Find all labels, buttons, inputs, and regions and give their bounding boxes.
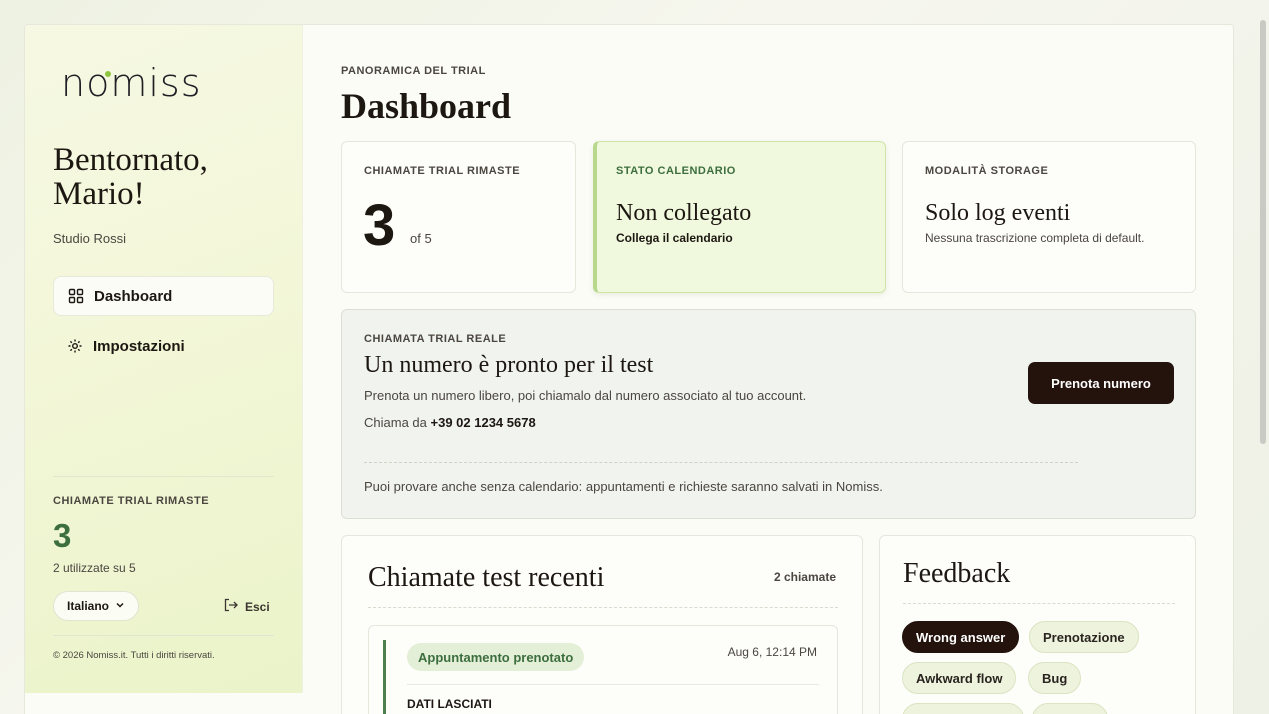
logout-label: Esci [245, 599, 270, 614]
chip-wrong-answer[interactable]: Wrong answer [902, 621, 1020, 653]
stat-title: Non collegato [616, 200, 752, 226]
sidebar-item-dashboard[interactable]: Dashboard [53, 276, 274, 316]
status-bar [383, 640, 386, 714]
stat-sub: Nessuna trascrizione completa di default… [925, 231, 1145, 245]
chip-prenotazione[interactable]: Prenotazione [1029, 621, 1139, 653]
chip-awkward-flow[interactable]: Awkward flow [902, 662, 1017, 694]
trial-eyebrow: CHIAMATA TRIAL REALE [364, 333, 507, 345]
call-from-label: Chiama da [364, 415, 427, 430]
stat-card-calendar[interactable]: STATO CALENDARIO Non collegato Collega i… [593, 141, 886, 293]
scrollbar-thumb[interactable] [1260, 20, 1266, 444]
divider [407, 684, 819, 685]
divider [364, 462, 1078, 463]
sidebar-item-impostazioni[interactable]: Impostazioni [53, 326, 274, 366]
logout-button[interactable]: Esci [223, 598, 270, 615]
call-from-number: +39 02 1234 5678 [430, 415, 536, 430]
sidebar: nomiss Bentornato, Mario! Studio Rossi Da… [25, 25, 303, 693]
copyright: © 2026 Nomiss.it. Tutti i diritti riserv… [53, 650, 215, 661]
language-select[interactable]: Italiano [53, 591, 139, 621]
stat-value: 3 [363, 193, 396, 258]
divider [903, 603, 1175, 604]
call-timestamp: Aug 6, 12:14 PM [727, 645, 817, 659]
chip-bug[interactable]: Bug [1028, 662, 1082, 694]
trial-title: Un numero è pronto per il test [364, 352, 654, 378]
stat-label: STATO CALENDARIO [616, 165, 736, 177]
welcome-heading: Bentornato, Mario! [53, 142, 208, 212]
recent-calls-title: Chiamate test recenti [368, 562, 605, 593]
recent-calls-card: Chiamate test recenti 2 chiamate Appunta… [341, 535, 863, 714]
stat-card-trial-calls: CHIAMATE TRIAL RIMASTE 3 of 5 [341, 141, 576, 293]
recent-calls-count: 2 chiamate [773, 570, 836, 584]
studio-name: Studio Rossi [53, 231, 126, 246]
sidebar-trial-label: CHIAMATE TRIAL RIMASTE [53, 495, 210, 507]
sidebar-item-label: Dashboard [94, 287, 173, 305]
stat-suffix: of 5 [410, 231, 432, 246]
status-badge: Appuntamento prenotato [407, 643, 585, 671]
sidebar-trial-count: 3 [53, 517, 72, 554]
logout-icon [223, 598, 239, 615]
trial-call-panel: CHIAMATA TRIAL REALE Un numero è pronto … [341, 309, 1196, 519]
sidebar-trial-used: 2 utilizzate su 5 [53, 561, 136, 575]
sidebar-item-label: Impostazioni [93, 337, 185, 355]
page-scrollbar[interactable] [1256, 0, 1269, 714]
gear-icon [67, 338, 83, 354]
sidebar-divider [53, 476, 274, 477]
stat-label: MODALITÀ STORAGE [925, 165, 1049, 177]
divider [368, 607, 838, 608]
feedback-title: Feedback [903, 558, 1011, 589]
connect-calendar-link[interactable]: Collega il calendario [616, 231, 856, 245]
page-eyebrow: PANORAMICA DEL TRIAL [341, 65, 486, 77]
stat-card-storage: MODALITÀ STORAGE Solo log eventi Nessuna… [902, 141, 1196, 293]
page-title: Dashboard [341, 86, 512, 126]
sidebar-divider [53, 635, 274, 636]
app-window: nomiss Bentornato, Mario! Studio Rossi Da… [24, 24, 1234, 714]
section-heading: DATI LASCIATI [407, 697, 492, 711]
trial-call-from: Chiama da +39 02 1234 5678 [364, 415, 536, 430]
trial-description: Prenota un numero libero, poi chiamalo d… [364, 388, 807, 403]
main-content: PANORAMICA DEL TRIAL Dashboard CHIAMATE … [303, 25, 1233, 714]
book-number-button[interactable]: Prenota numero [1028, 362, 1174, 404]
chip-partial[interactable] [1032, 703, 1108, 714]
grid-icon [68, 288, 84, 304]
stat-title: Solo log eventi [925, 200, 1071, 226]
language-value: Italiano [66, 599, 109, 613]
logo: nomiss [61, 61, 202, 105]
list-item[interactable]: Appuntamento prenotato Aug 6, 12:14 PM D… [368, 625, 838, 714]
stat-label: CHIAMATE TRIAL RIMASTE [364, 165, 521, 177]
trial-note: Puoi provare anche senza calendario: app… [364, 479, 883, 494]
chip-partial[interactable] [902, 703, 1024, 714]
chevron-down-icon [115, 599, 125, 613]
feedback-card: Feedback Wrong answer Prenotazione Awkwa… [879, 535, 1196, 714]
